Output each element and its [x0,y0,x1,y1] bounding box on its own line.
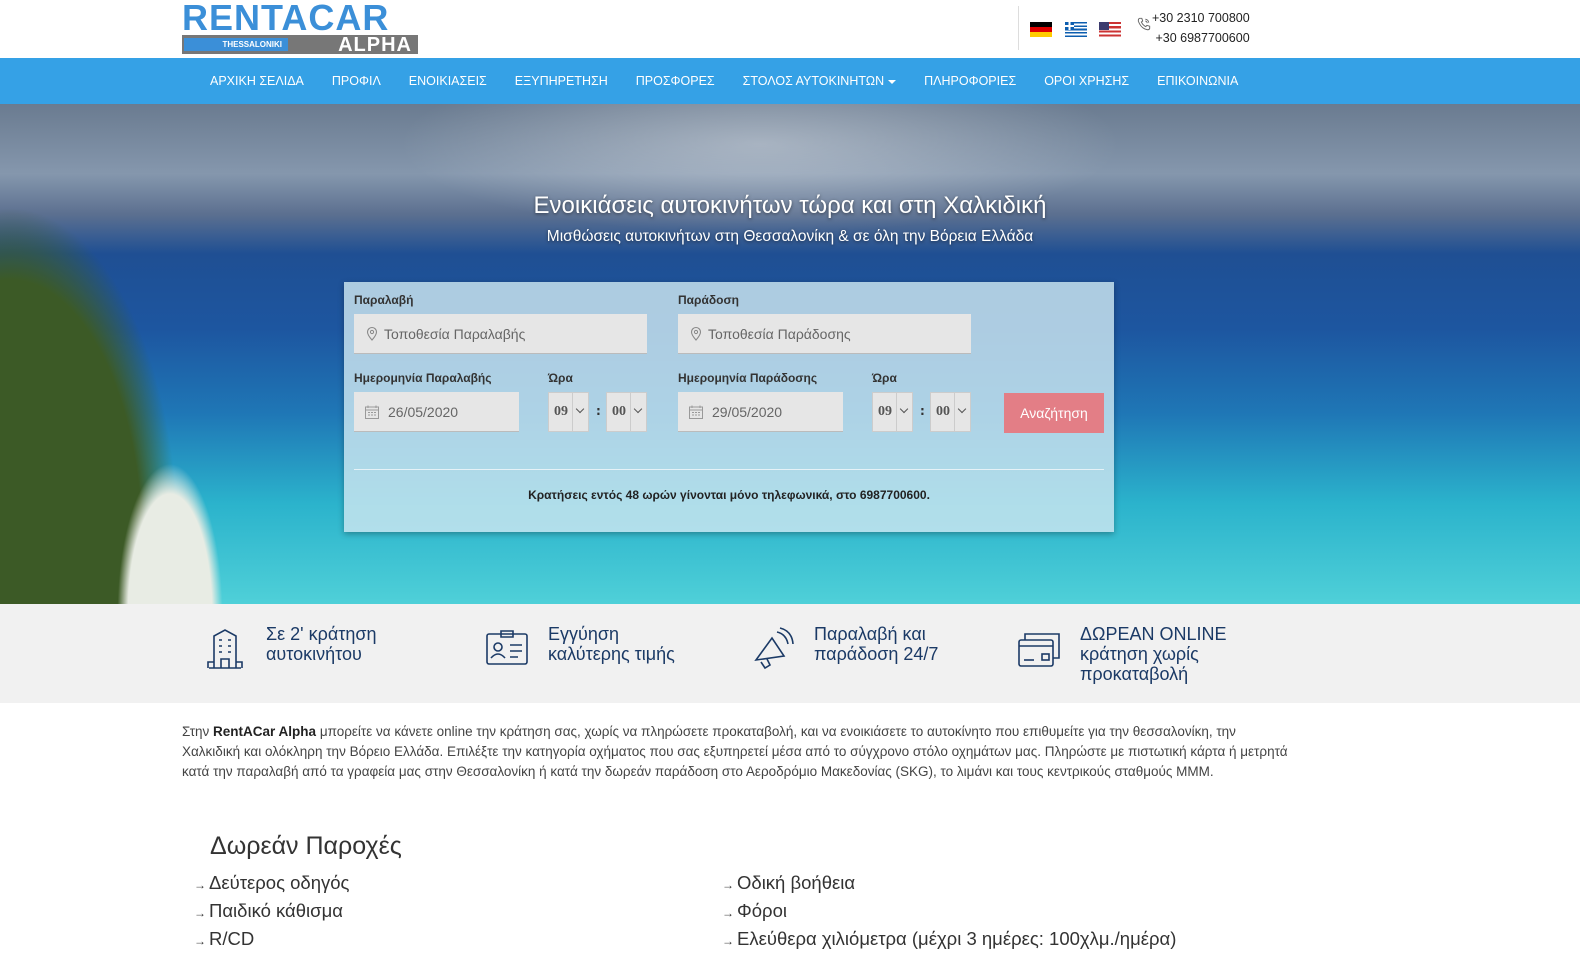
pickup-date-input[interactable]: 26/05/2020 [354,392,519,432]
feature-text: Σε 2' κράτηση αυτοκινήτου [266,624,456,664]
dropoff-hour-value: 09 [878,404,892,419]
time-separator: : [920,404,925,418]
caret-down-icon [888,79,897,84]
nav-item-terms[interactable]: ΟΡΟΙ ΧΡΗΣΗΣ [1030,58,1143,104]
search-button[interactable]: Αναζήτηση [1004,393,1104,433]
nav-item-offers[interactable]: ΠΡΟΣΦΟΡΕΣ [622,58,729,104]
id-card-icon [486,630,528,665]
feature-line: Παραλαβή και [814,624,926,644]
pickup-minute-select[interactable]: 00 [606,392,647,432]
feature-line: παράδοση 24/7 [814,644,939,664]
phone-number-2[interactable]: +30 6987700600 [1152,28,1249,48]
logo-alpha: ALPHA [338,34,412,56]
free-services-list-left: Δεύτερος οδηγός Παιδικό κάθισμα R/CD [194,870,349,954]
feature-line: Εγγύηση [548,624,619,644]
megaphone-icon [754,627,794,670]
phone-numbers: +30 2310 700800 +30 6987700600 [1152,8,1250,48]
header-divider [1018,6,1019,50]
chevron-down-icon [630,393,646,431]
pickup-hour-value: 09 [554,404,568,419]
dropoff-location-input[interactable]: Τοποθεσία Παράδοσης [678,314,971,354]
dropoff-date-input[interactable]: 29/05/2020 [678,392,843,432]
pickup-location-placeholder: Τοποθεσία Παραλαβής [384,326,526,342]
nav-item-info[interactable]: ΠΛΗΡΟΦΟΡΙΕΣ [910,58,1030,104]
nav-item-service[interactable]: ΕΞΥΠΗΡΕΤΗΣΗ [501,58,622,104]
chevron-down-icon [572,393,588,431]
list-item: Οδική βοήθεια [722,870,1176,898]
list-item: Παιδικό κάθισμα [194,898,349,926]
list-item: Ελεύθερα χιλιόμετρα (μέχρι 3 ημέρες: 100… [722,926,1176,954]
nav-item-fleet-label: ΣΤΟΛΟΣ ΑΥΤΟΚΙΝΗΤΩΝ [742,74,885,88]
dropoff-time-label: Ώρα [872,371,897,385]
calendar-icon [365,405,379,419]
main-nav: ΑΡΧΙΚΗ ΣΕΛΙΔΑ ΠΡΟΦΙΛ ΕΝΟΙΚΙΑΣΕΙΣ ΕΞΥΠΗΡΕ… [0,58,1580,104]
pickup-label: Παραλαβή [354,293,414,307]
map-pin-icon [690,326,702,341]
hero-subtitle: Μισθώσεις αυτοκινήτων στη Θεσσαλονίκη & … [546,228,1034,245]
pickup-hour-select[interactable]: 09 [548,392,589,432]
feature-line: καλύτερης τιμής [548,644,675,664]
nav-item-fleet[interactable]: ΣΤΟΛΟΣ ΑΥΤΟΚΙΝΗΤΩΝ [729,58,910,104]
dropoff-minute-value: 00 [936,404,950,419]
top-bar: RENTACAR THESSALONIKI ALPHA +30 2310 700… [0,0,1580,58]
panel-divider [354,469,1104,470]
pickup-time-label: Ώρα [548,371,573,385]
feature-text: ΔΩΡΕΑΝ ONLINE κράτηση χωρίς προκαταβολή [1080,624,1270,684]
intro-lead: Στην [182,724,214,739]
phone-icon [1137,17,1151,31]
logo-city: THESSALONIKI [184,38,288,51]
feature-line: προκαταβολή [1080,664,1189,684]
booking-notice: Κρατήσεις εντός 48 ωρών γίνονται μόνο τη… [528,488,930,502]
pickup-location-input[interactable]: Τοποθεσία Παραλαβής [354,314,647,354]
list-item: R/CD [194,926,349,954]
german-flag-icon[interactable] [1030,22,1052,37]
us-flag-icon[interactable] [1099,22,1121,37]
greek-flag-icon[interactable] [1065,22,1087,37]
logo-bar: THESSALONIKI ALPHA [182,34,418,56]
time-separator: : [596,404,601,418]
hero-beach [40,414,240,604]
feature-line: Σε 2' κράτηση [266,624,377,644]
free-services-list-right: Οδική βοήθεια Φόροι Ελεύθερα χιλιόμετρα … [722,870,1176,954]
dropoff-minute-select[interactable]: 00 [930,392,971,432]
intro-text: μπορείτε να κάνετε online την κράτηση σα… [182,724,1288,779]
nav-item-rentals[interactable]: ΕΝΟΙΚΙΑΣΕΙΣ [395,58,501,104]
phone-number-1[interactable]: +30 2310 700800 [1152,8,1250,28]
calendar-icon [689,405,703,419]
logo-wordmark: RENTACAR [182,0,390,38]
nav-item-home[interactable]: ΑΡΧΙΚΗ ΣΕΛΙΔΑ [196,58,318,104]
feature-text: Εγγύηση καλύτερης τιμής [548,624,738,664]
pickup-date-value: 26/05/2020 [388,404,459,420]
building-icon [207,629,243,669]
intro-paragraph: Στην RentACar Alpha μπορείτε να κάνετε o… [182,722,1292,782]
feature-line: ΔΩΡΕΑΝ ONLINE [1080,624,1227,644]
credit-card-icon [1018,633,1060,667]
features-strip: Σε 2' κράτηση αυτοκινήτου Εγγύηση καλύτε… [0,604,1580,703]
feature-line: κράτηση χωρίς [1080,644,1199,664]
dropoff-label: Παράδοση [678,293,739,307]
nav-item-profile[interactable]: ΠΡΟΦΙΛ [318,58,395,104]
map-pin-icon [366,326,378,341]
list-item: Φόροι [722,898,1176,926]
feature-line: αυτοκινήτου [266,644,362,664]
site-logo[interactable]: RENTACAR THESSALONIKI ALPHA [182,0,418,56]
pickup-date-label: Ημερομηνία Παραλαβής [354,371,492,385]
list-item: Δεύτερος οδηγός [194,870,349,898]
booking-search-panel: Παραλαβή Τοποθεσία Παραλαβής Παράδοση Το… [344,282,1114,532]
dropoff-date-value: 29/05/2020 [712,404,783,420]
dropoff-date-label: Ημερομηνία Παράδοσης [678,371,818,385]
dropoff-location-placeholder: Τοποθεσία Παράδοσης [708,326,851,342]
free-services-title: Δωρεάν Παροχές [210,832,402,860]
pickup-minute-value: 00 [612,404,626,419]
nav-item-contact[interactable]: ΕΠΙΚΟΙΝΩΝΙΑ [1143,58,1252,104]
hero-title: Ενοικιάσεις αυτοκινήτων τώρα και στη Χαλ… [533,192,1047,219]
chevron-down-icon [896,393,912,431]
feature-text: Παραλαβή και παράδοση 24/7 [814,624,1004,664]
chevron-down-icon [954,393,970,431]
intro-brand: RentACar Alpha [213,724,317,739]
dropoff-hour-select[interactable]: 09 [872,392,913,432]
